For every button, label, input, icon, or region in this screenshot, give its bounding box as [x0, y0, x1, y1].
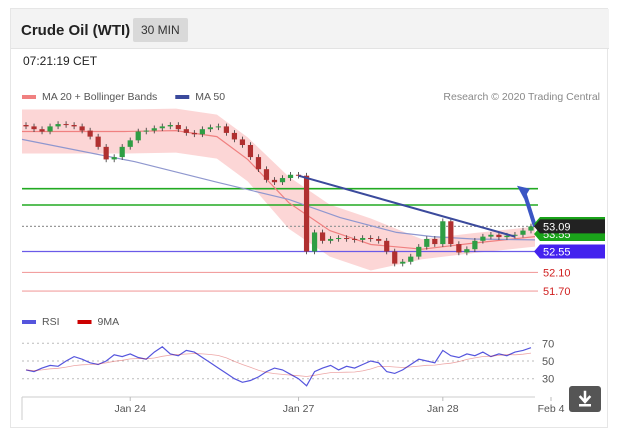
candle-body-54 — [456, 244, 462, 253]
candle-body-35 — [303, 175, 310, 252]
candle-body-38 — [327, 238, 334, 241]
candle-body-9 — [95, 136, 101, 147]
candle-body-24 — [215, 126, 221, 128]
rsi-legend-swatch-1 — [77, 320, 92, 324]
candle-body-33 — [287, 174, 294, 179]
x-tick-label-0: Jan 24 — [114, 403, 146, 415]
candle-body-49 — [416, 246, 422, 257]
level-label-5: 51.70 — [543, 286, 571, 298]
candle-body-44 — [376, 238, 382, 241]
candle-body-25 — [223, 126, 230, 133]
candle-body-63 — [528, 226, 534, 231]
candle-body-40 — [344, 238, 350, 240]
candle-body-0 — [23, 125, 29, 127]
rsi-tick-0: 70 — [542, 338, 554, 350]
download-icon — [578, 390, 592, 407]
candle-body-8 — [87, 130, 93, 137]
candle-body-15 — [143, 130, 149, 132]
candle-body-16 — [151, 128, 157, 131]
candle-body-57 — [480, 236, 486, 241]
x-tick-label-3: Feb 4 — [538, 403, 565, 415]
candle-body-42 — [360, 238, 366, 240]
candle-body-28 — [247, 145, 254, 158]
candle-body-23 — [207, 127, 213, 130]
projection-arrow-head — [517, 185, 530, 199]
candle-body-5 — [63, 124, 69, 126]
candle-body-32 — [279, 178, 286, 183]
candle-body-30 — [263, 169, 270, 180]
candle-body-4 — [55, 124, 61, 127]
candle-body-18 — [167, 125, 173, 127]
candle-53 — [448, 218, 454, 247]
candle-body-2 — [39, 129, 45, 132]
candle-body-52 — [440, 221, 446, 245]
candle-body-22 — [199, 129, 205, 135]
candle-body-13 — [127, 140, 133, 147]
price-chart: MA 20 + Bollinger Bands MA 50 Research © 2… — [21, 91, 605, 420]
candle-body-48 — [408, 256, 414, 262]
legend-swatch-0 — [22, 95, 36, 99]
candle-body-37 — [319, 232, 326, 241]
candle-body-39 — [336, 238, 342, 240]
candle-body-55 — [464, 249, 470, 253]
candle-body-6 — [71, 125, 77, 127]
rsi-tick-1: 50 — [542, 356, 554, 368]
candle-body-19 — [175, 125, 181, 130]
candle-body-11 — [111, 157, 117, 160]
legend-label-0: MA 20 + Bollinger Bands — [42, 91, 157, 103]
rsi-tick-2: 30 — [542, 374, 554, 386]
candle-body-41 — [352, 238, 358, 240]
rsi-legend-swatch-0 — [22, 320, 36, 324]
candle-body-56 — [472, 240, 478, 250]
candle-body-31 — [271, 179, 278, 183]
legend-label-1: MA 50 — [195, 91, 225, 103]
x-tick-label-1: Jan 27 — [283, 403, 315, 415]
candle-body-17 — [159, 126, 165, 129]
candle-body-27 — [239, 139, 246, 145]
candle-body-14 — [135, 131, 141, 141]
level-label-2: 53.09 — [543, 221, 571, 233]
candle-body-21 — [191, 132, 197, 135]
candle-body-43 — [368, 238, 374, 240]
candle-body-1 — [31, 126, 37, 130]
candle-body-58 — [488, 234, 494, 237]
candle-52 — [440, 218, 446, 247]
candle-body-46 — [392, 251, 398, 264]
candle-body-36 — [311, 232, 318, 252]
rsi-line — [25, 346, 532, 387]
candle-body-29 — [255, 157, 262, 170]
candle-body-7 — [79, 126, 85, 131]
candle-body-62 — [520, 230, 526, 235]
candle-body-3 — [47, 126, 53, 132]
candle-body-20 — [183, 129, 189, 133]
candle-body-50 — [424, 238, 430, 247]
candle-body-45 — [384, 240, 390, 252]
candle-body-26 — [231, 132, 238, 140]
candle-body-59 — [496, 234, 502, 238]
candle-36 — [311, 229, 318, 255]
download-button[interactable] — [569, 386, 601, 412]
candle-11 — [111, 154, 117, 163]
candle-body-53 — [448, 221, 454, 245]
candle-body-10 — [103, 146, 109, 160]
projection-arrow-shaft — [522, 191, 537, 227]
candle-35 — [303, 172, 310, 255]
x-tick-label-2: Jan 28 — [427, 403, 459, 415]
candle-body-51 — [432, 238, 438, 245]
level-label-4: 52.10 — [543, 267, 571, 279]
candle-body-47 — [400, 261, 406, 264]
candle-body-12 — [119, 146, 125, 158]
rsi-legend-label-1: 9MA — [98, 316, 120, 328]
legend-swatch-1 — [175, 95, 190, 99]
rsi-legend-label-0: RSI — [42, 316, 60, 328]
chart-credit: Research © 2020 Trading Central — [443, 91, 600, 103]
level-label-3: 52.55 — [543, 247, 571, 259]
